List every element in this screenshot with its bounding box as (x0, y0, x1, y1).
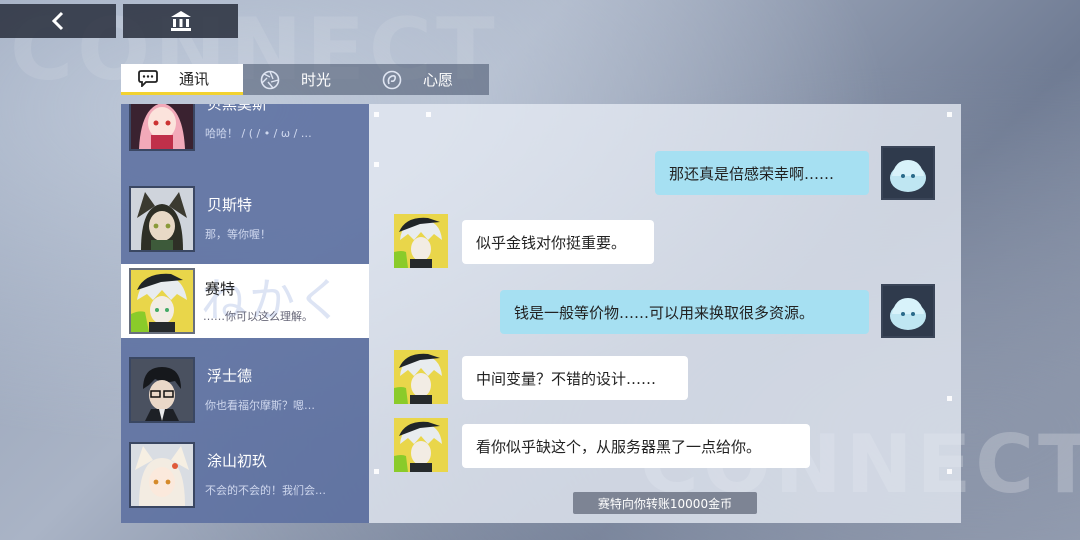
message-bubble-outgoing: 那还真是倍感荣幸啊…… (655, 151, 869, 195)
tab-label: 时光 (301, 71, 332, 89)
contact-item[interactable]: 浮士德 你也看福尔摩斯？嗯… (121, 349, 369, 434)
contact-list: 贝黑莫斯 哈哈！ / ( / • / ω / … 贝斯特 那，等你喔！ ねかく (121, 104, 369, 523)
chat-panel: 那还真是倍感荣幸啊…… 似乎金钱对你挺重要。 钱是一般等价物……可以用来换取很多… (369, 104, 961, 523)
contact-name: 贝斯特 (207, 196, 253, 214)
message-bubble-incoming: 似乎金钱对你挺重要。 (462, 220, 654, 264)
corner-dot (426, 112, 431, 117)
contact-avatar (394, 214, 448, 268)
avatar (129, 186, 195, 252)
bank-icon (169, 10, 193, 32)
contact-item[interactable]: 涂山初玖 不会的不会的！我们会… (121, 434, 369, 519)
tab-label: 通讯 (179, 69, 210, 88)
corner-dot (374, 469, 379, 474)
contact-name: 赛特 (205, 280, 236, 298)
message-bubble-outgoing: 钱是一般等价物……可以用来换取很多资源。 (500, 290, 869, 334)
tab-moments[interactable]: 时光 (243, 64, 365, 95)
contact-avatar (394, 418, 448, 472)
chevron-left-icon (49, 11, 67, 31)
message-bubble-incoming: 看你似乎缺这个，从服务器黑了一点给你。 (462, 424, 810, 468)
corner-dot (374, 112, 379, 117)
contact-name: 浮士德 (207, 367, 253, 385)
player-avatar (881, 146, 935, 200)
contact-item[interactable]: 贝斯特 那，等你喔！ (121, 178, 369, 263)
tab-label: 心愿 (423, 71, 454, 89)
corner-dot (374, 162, 379, 167)
archive-button[interactable] (123, 4, 238, 38)
corner-dot (947, 112, 952, 117)
contact-preview: 哈哈！ / ( / • / ω / … (205, 127, 312, 140)
avatar (129, 357, 195, 423)
corner-dot (947, 469, 952, 474)
message-bubble-incoming: 中间变量？不错的设计…… (462, 356, 688, 400)
avatar (129, 104, 195, 151)
chat-bubble-icon (137, 67, 159, 89)
aperture-icon (259, 69, 281, 91)
avatar (129, 268, 195, 334)
contact-avatar (394, 350, 448, 404)
contact-item-selected[interactable]: ねかく 赛特 ……你可以这么理解。 (121, 264, 369, 338)
back-button[interactable] (0, 4, 116, 38)
contact-preview: ……你可以这么理解。 (203, 310, 313, 323)
tab-messages[interactable]: 通讯 (121, 64, 243, 95)
system-transfer-notice: 赛特向你转账10000金币 (573, 492, 757, 514)
contact-name: 贝黑莫斯 (207, 104, 268, 113)
player-avatar (881, 284, 935, 338)
corner-dot (947, 396, 952, 401)
contact-name: 涂山初玖 (207, 452, 268, 470)
tab-bar: 通讯 时光 心愿 (121, 64, 489, 95)
contact-preview: 那，等你喔！ (205, 228, 271, 241)
contact-preview: 不会的不会的！我们会… (205, 484, 326, 497)
avatar (129, 442, 195, 508)
contact-preview: 你也看福尔摩斯？嗯… (205, 399, 315, 412)
contact-item[interactable]: 贝黑莫斯 哈哈！ / ( / • / ω / … (121, 104, 369, 162)
wish-icon (381, 69, 403, 91)
tab-wishes[interactable]: 心愿 (365, 64, 487, 95)
